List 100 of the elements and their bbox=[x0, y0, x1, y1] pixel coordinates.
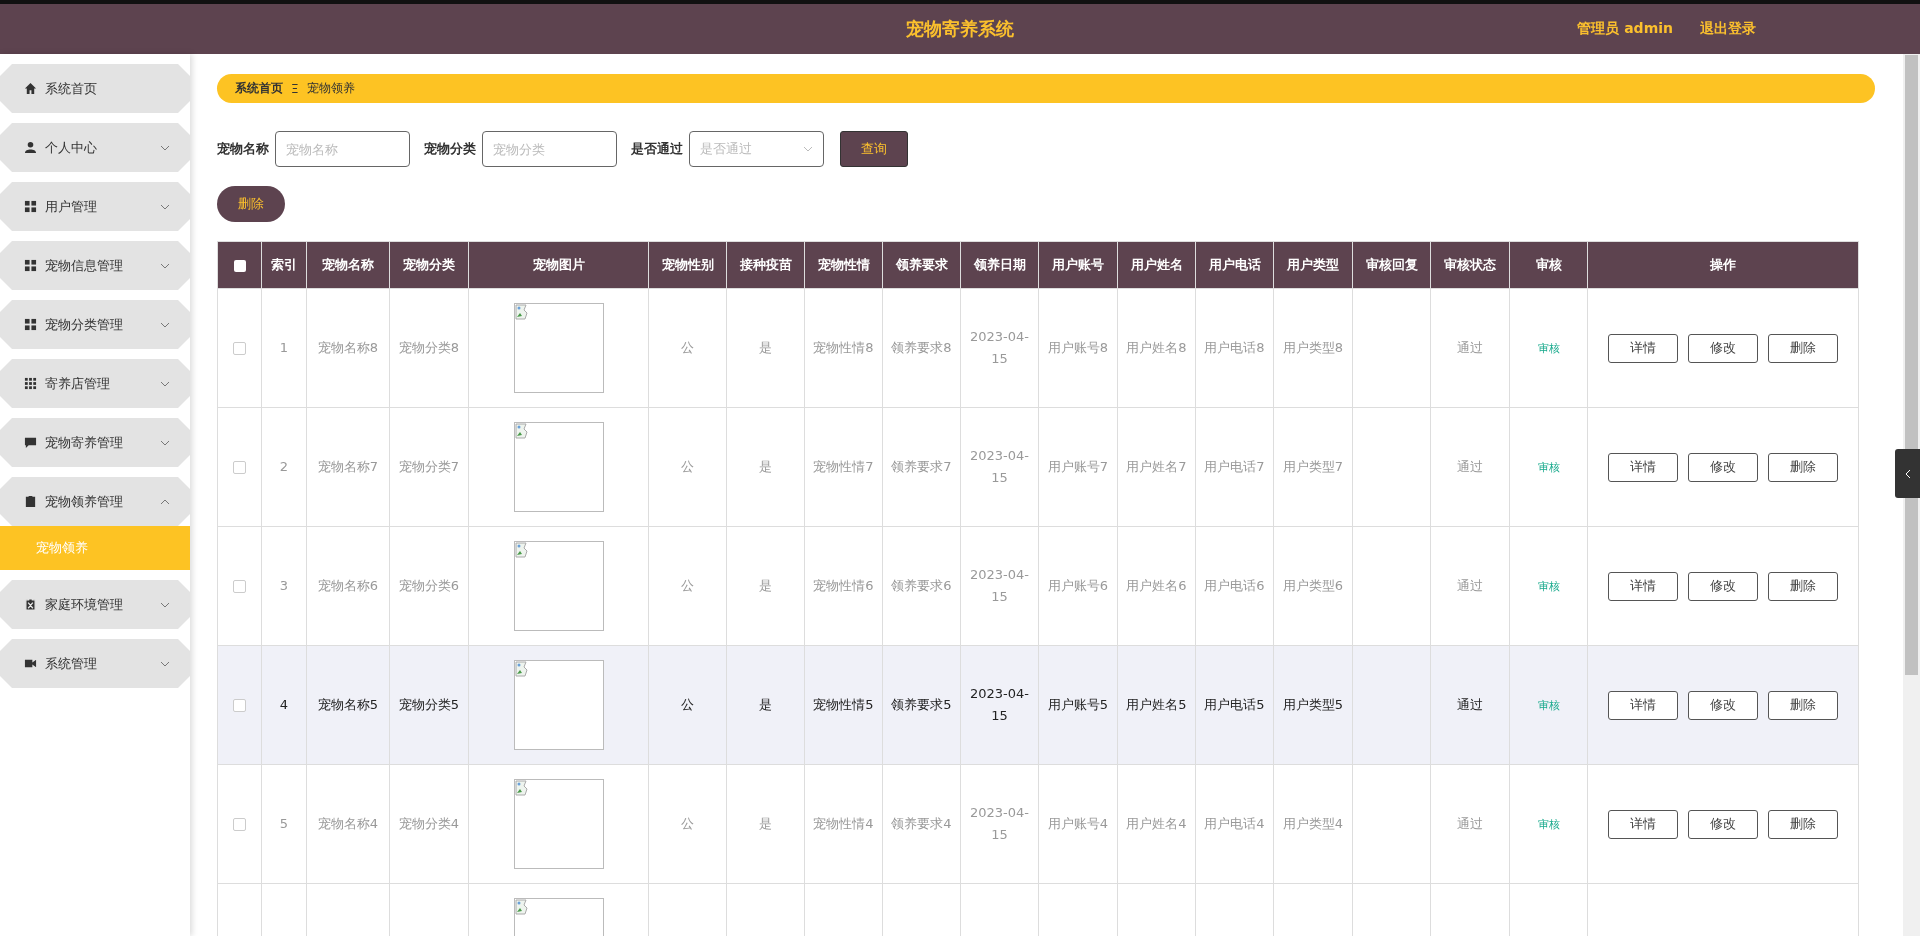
column-header: 宠物分类 bbox=[389, 241, 469, 289]
action-button[interactable]: 修改 bbox=[1688, 690, 1758, 720]
pet-sex: 公 bbox=[681, 578, 694, 593]
review-status: 通过 bbox=[1457, 340, 1483, 355]
row-checkbox[interactable] bbox=[233, 818, 246, 831]
row-checkbox[interactable] bbox=[233, 342, 246, 355]
action-button[interactable]: 删除 bbox=[1768, 690, 1838, 720]
pet-temperament: 宠物性情7 bbox=[813, 459, 874, 474]
chevron-down-icon bbox=[803, 146, 813, 152]
row-index: 3 bbox=[279, 578, 289, 593]
action-button[interactable]: 修改 bbox=[1688, 333, 1758, 363]
column-header: 宠物名称 bbox=[306, 241, 390, 289]
action-button[interactable]: 详情 bbox=[1608, 809, 1678, 839]
pet-name: 宠物名称7 bbox=[317, 459, 379, 474]
pet-name: 宠物名称6 bbox=[317, 578, 379, 593]
vaccine-status: 是 bbox=[759, 459, 772, 474]
collapse-tab[interactable] bbox=[1895, 449, 1920, 498]
chevron-up-icon bbox=[160, 498, 170, 505]
vaccine-status: 是 bbox=[759, 816, 772, 831]
sidebar-menu-item[interactable]: 寄养店管理 bbox=[0, 359, 190, 408]
grid-icon bbox=[24, 377, 37, 390]
sidebar-menu-item[interactable]: 宠物分类管理 bbox=[0, 300, 190, 349]
delete-button[interactable]: 删除 bbox=[217, 186, 285, 222]
column-header: 用户账号 bbox=[1038, 241, 1118, 289]
vaccine-status: 是 bbox=[759, 697, 772, 712]
row-index: 5 bbox=[279, 816, 289, 831]
user-name: 用户姓名8 bbox=[1126, 340, 1187, 355]
sidebar-menu-item[interactable]: 宠物领养管理 bbox=[0, 477, 190, 526]
user-account: 用户账号8 bbox=[1047, 340, 1109, 355]
user-name: 用户姓名6 bbox=[1126, 578, 1187, 593]
sidebar-menu-item[interactable]: 宠物寄养管理 bbox=[0, 418, 190, 467]
row-index: 1 bbox=[279, 340, 289, 355]
action-button[interactable]: 详情 bbox=[1608, 333, 1678, 363]
row-checkbox[interactable] bbox=[233, 580, 246, 593]
row-checkbox[interactable] bbox=[233, 699, 246, 712]
action-button[interactable]: 删除 bbox=[1768, 571, 1838, 601]
adoption-requirement: 领养要求4 bbox=[891, 816, 952, 831]
chevron-down-icon bbox=[160, 380, 170, 387]
input-field[interactable]: 宠物分类 bbox=[482, 131, 617, 167]
pet-temperament: 宠物性情6 bbox=[813, 578, 874, 593]
home-icon bbox=[24, 82, 37, 95]
column-header: 审核状态 bbox=[1430, 241, 1510, 289]
input-field[interactable]: 宠物名称 bbox=[275, 131, 410, 167]
adoption-date: 2023-04-15 bbox=[970, 805, 1029, 842]
pet-name: 宠物名称5 bbox=[317, 697, 379, 712]
action-button[interactable]: 修改 bbox=[1688, 452, 1758, 482]
adoption-requirement: 领养要求6 bbox=[891, 578, 952, 593]
chevron-down-icon bbox=[160, 660, 170, 667]
column-header: 领养日期 bbox=[960, 241, 1039, 289]
clipboard-icon bbox=[24, 495, 37, 508]
pet-sex: 公 bbox=[681, 340, 694, 355]
action-button[interactable]: 详情 bbox=[1608, 690, 1678, 720]
grid-icon bbox=[24, 200, 37, 213]
action-button[interactable]: 删除 bbox=[1768, 809, 1838, 839]
column-header: 用户电话 bbox=[1195, 241, 1274, 289]
column-header: 宠物性别 bbox=[648, 241, 727, 289]
user-type: 用户类型6 bbox=[1282, 578, 1344, 593]
action-button[interactable]: 删除 bbox=[1768, 452, 1838, 482]
pet-temperament: 宠物性情8 bbox=[813, 340, 874, 355]
action-button[interactable]: 修改 bbox=[1688, 809, 1758, 839]
column-header: 宠物性情 bbox=[804, 241, 883, 289]
adoption-requirement: 领养要求7 bbox=[891, 459, 952, 474]
sidebar-menu-item[interactable]: 个人中心 bbox=[0, 123, 190, 172]
pet-category: 宠物分类7 bbox=[398, 459, 460, 474]
breadcrumb-link[interactable]: 宠物领养 bbox=[306, 80, 355, 97]
action-button[interactable]: 详情 bbox=[1608, 571, 1678, 601]
pet-category: 宠物分类6 bbox=[398, 578, 460, 593]
user-account: 用户账号7 bbox=[1047, 459, 1109, 474]
scrollbar[interactable] bbox=[1903, 54, 1920, 936]
user-type: 用户类型7 bbox=[1282, 459, 1344, 474]
pet-sex: 公 bbox=[681, 816, 694, 831]
pet-temperament: 宠物性情4 bbox=[813, 816, 874, 831]
vaccine-status: 是 bbox=[759, 578, 772, 593]
pet-category: 宠物分类8 bbox=[398, 340, 460, 355]
select-all-checkbox[interactable] bbox=[233, 260, 246, 272]
sidebar-menu-item[interactable]: 系统首页 bbox=[0, 64, 190, 113]
sidebar-menu-item[interactable]: 宠物信息管理 bbox=[0, 241, 190, 290]
review-status: 通过 bbox=[1457, 578, 1483, 593]
user-phone: 用户电话5 bbox=[1204, 697, 1265, 712]
breadcrumb-link[interactable]: 系统首页 bbox=[235, 80, 283, 97]
adoption-date: 2023-04-15 bbox=[970, 567, 1029, 604]
logout-link[interactable]: 退出登录 bbox=[1700, 20, 1756, 38]
grid-icon bbox=[24, 318, 37, 331]
pet-sex: 公 bbox=[681, 459, 694, 474]
action-button[interactable]: 删除 bbox=[1768, 333, 1838, 363]
adoption-requirement: 领养要求5 bbox=[891, 697, 952, 712]
chevron-down-icon bbox=[160, 321, 170, 328]
adoption-requirement: 领养要求8 bbox=[891, 340, 952, 355]
sidebar-menu-item[interactable]: 家庭环境管理 bbox=[0, 580, 190, 629]
adoption-date: 2023-04-15 bbox=[970, 686, 1029, 723]
sidebar-menu-item[interactable]: 用户管理 bbox=[0, 182, 190, 231]
search-button[interactable]: 查询 bbox=[840, 131, 908, 167]
column-header: 用户类型 bbox=[1273, 241, 1353, 289]
sidebar-menu-item[interactable]: 系统管理 bbox=[0, 639, 190, 688]
column-header: 用户姓名 bbox=[1117, 241, 1196, 289]
user-phone: 用户电话7 bbox=[1204, 459, 1265, 474]
action-button[interactable]: 详情 bbox=[1608, 452, 1678, 482]
action-button[interactable]: 修改 bbox=[1688, 571, 1758, 601]
row-checkbox[interactable] bbox=[233, 461, 246, 474]
pet-name: 宠物名称4 bbox=[317, 816, 379, 831]
